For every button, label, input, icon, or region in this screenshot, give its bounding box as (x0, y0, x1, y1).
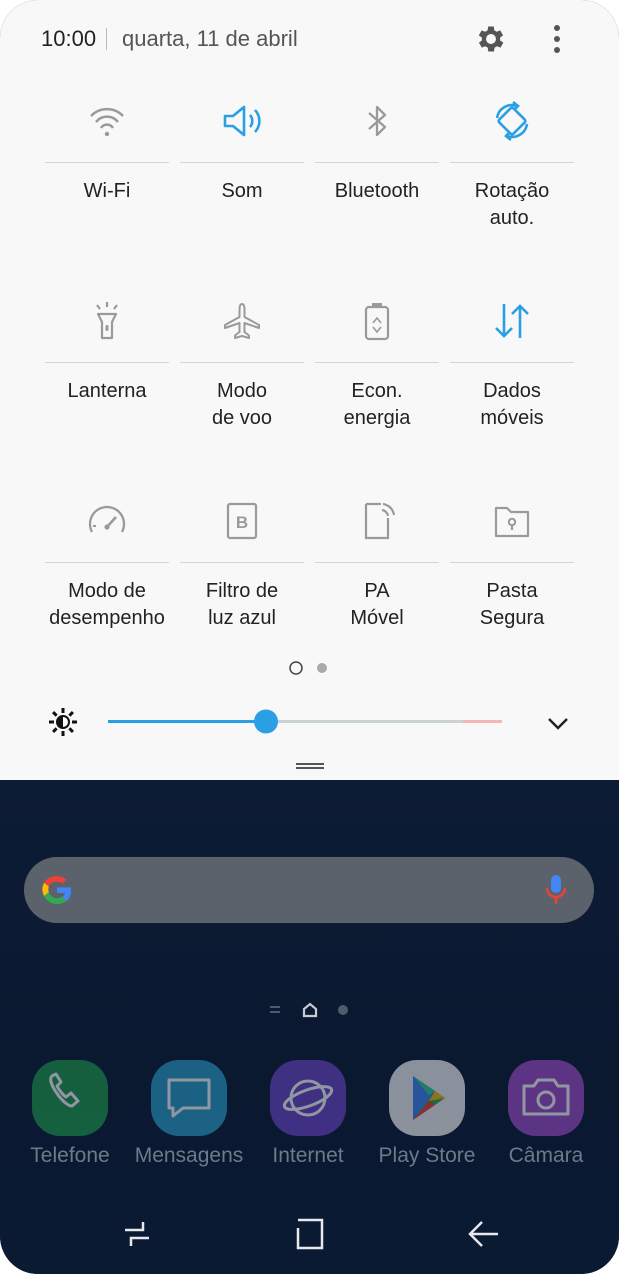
tile-label: Lanterna (67, 380, 147, 402)
quick-toggle-flashlight[interactable]: Lanterna (45, 282, 169, 472)
tile-divider (450, 562, 574, 563)
back-arrow-icon[interactable] (464, 1214, 504, 1254)
app-label: Câmara (508, 1144, 584, 1167)
tile-divider (45, 162, 169, 163)
home-button-icon[interactable] (290, 1214, 330, 1254)
tile-label: Bluetooth (334, 180, 420, 202)
tile-divider (180, 562, 304, 563)
quick-toggle-power-saving[interactable]: Econ. energia (315, 282, 439, 472)
tile-label: Rotação auto. (474, 180, 550, 229)
auto-rotate-icon (495, 100, 529, 142)
app-label: Internet (272, 1144, 344, 1167)
brightness-slider[interactable] (108, 705, 502, 739)
tile-label: Modo de voo (211, 380, 273, 429)
app-internet[interactable]: Internet (252, 1060, 364, 1190)
airplane-icon (224, 303, 260, 339)
home-page-indicator (270, 1002, 348, 1018)
quick-toggle-bluetooth[interactable]: Bluetooth (315, 82, 439, 272)
phone-icon (32, 1060, 108, 1136)
internet-icon (270, 1060, 346, 1136)
chevron-down-icon[interactable] (543, 708, 573, 738)
quick-toggle-airplane[interactable]: Modo de voo (180, 282, 304, 472)
clock: 10:00 (41, 26, 97, 51)
play-store-icon (389, 1060, 465, 1136)
volume-icon (223, 105, 261, 137)
camera-icon (508, 1060, 584, 1136)
quick-toggle-volume[interactable]: Som (180, 82, 304, 272)
home-screen: Telefone Mensagens Internet Play Store Câmar… (0, 780, 619, 1274)
gear-icon[interactable] (474, 22, 508, 56)
tile-label: Dados móveis (480, 380, 544, 429)
app-label: Play Store (378, 1144, 476, 1167)
app-phone[interactable]: Telefone (14, 1060, 126, 1190)
brightness-slider-thumb[interactable] (254, 709, 278, 734)
tile-label: PA Móvel (350, 580, 404, 629)
quick-toggle-auto-rotate[interactable]: Rotação auto. (450, 82, 574, 272)
google-logo-icon (42, 875, 71, 904)
app-messages[interactable]: Mensagens (133, 1060, 245, 1190)
quick-toggle-blue-light-filter[interactable]: B Filtro de luz azul (180, 482, 304, 672)
tile-divider (315, 562, 439, 563)
tile-divider (315, 362, 439, 363)
divider (106, 28, 107, 50)
google-search-bar[interactable] (24, 857, 594, 923)
quick-toggle-performance-gauge[interactable]: Modo de desempenho (45, 482, 169, 672)
tile-label: Som (221, 180, 263, 202)
quick-toggle-wifi[interactable]: Wi-Fi (45, 82, 169, 272)
tile-label: Wi-Fi (83, 180, 131, 202)
messages-icon (151, 1060, 227, 1136)
wifi-icon (90, 107, 124, 137)
brightness-icon (49, 708, 77, 736)
tile-label: Filtro de luz azul (205, 580, 279, 629)
tile-label: Pasta Segura (479, 580, 545, 629)
tile-divider (180, 362, 304, 363)
microphone-icon[interactable] (542, 873, 570, 907)
phone-screen: 10:00 quarta, 11 de abril Wi-Fi Som Blueto… (0, 0, 619, 1274)
recents-icon[interactable] (117, 1214, 157, 1254)
navigation-bar (0, 1200, 619, 1274)
tile-divider (450, 362, 574, 363)
power-saving-icon (364, 303, 390, 341)
quick-toggle-mobile-hotspot[interactable]: PA Móvel (315, 482, 439, 672)
tile-label: Econ. energia (343, 380, 411, 429)
app-label: Telefone (30, 1144, 110, 1167)
date: quarta, 11 de abril (122, 26, 298, 51)
flashlight-icon (96, 302, 118, 340)
tile-divider (450, 162, 574, 163)
panel-page-indicator (289, 661, 327, 675)
tile-label: Modo de desempenho (49, 580, 165, 629)
app-play-store[interactable]: Play Store (371, 1060, 483, 1190)
status-bar: 10:00 quarta, 11 de abril (0, 0, 619, 80)
more-options-icon[interactable] (545, 22, 569, 56)
app-camera[interactable]: Câmara (490, 1060, 602, 1190)
blue-light-filter-icon: B (226, 502, 258, 540)
performance-gauge-icon (88, 505, 126, 533)
svg-text:B: B (236, 513, 248, 532)
quick-settings-panel: 10:00 quarta, 11 de abril Wi-Fi Som Blueto… (0, 0, 619, 780)
tile-divider (45, 362, 169, 363)
mobile-hotspot-icon (364, 502, 396, 540)
tile-divider (315, 162, 439, 163)
quick-toggle-mobile-data[interactable]: Dados móveis (450, 282, 574, 472)
drag-handle[interactable] (296, 762, 324, 770)
tile-divider (180, 162, 304, 163)
app-label: Mensagens (134, 1144, 244, 1167)
bluetooth-icon (368, 105, 387, 137)
tile-divider (45, 562, 169, 563)
secure-folder-icon (494, 506, 530, 538)
quick-toggle-secure-folder[interactable]: Pasta Segura (450, 482, 574, 672)
mobile-data-icon (495, 304, 529, 338)
